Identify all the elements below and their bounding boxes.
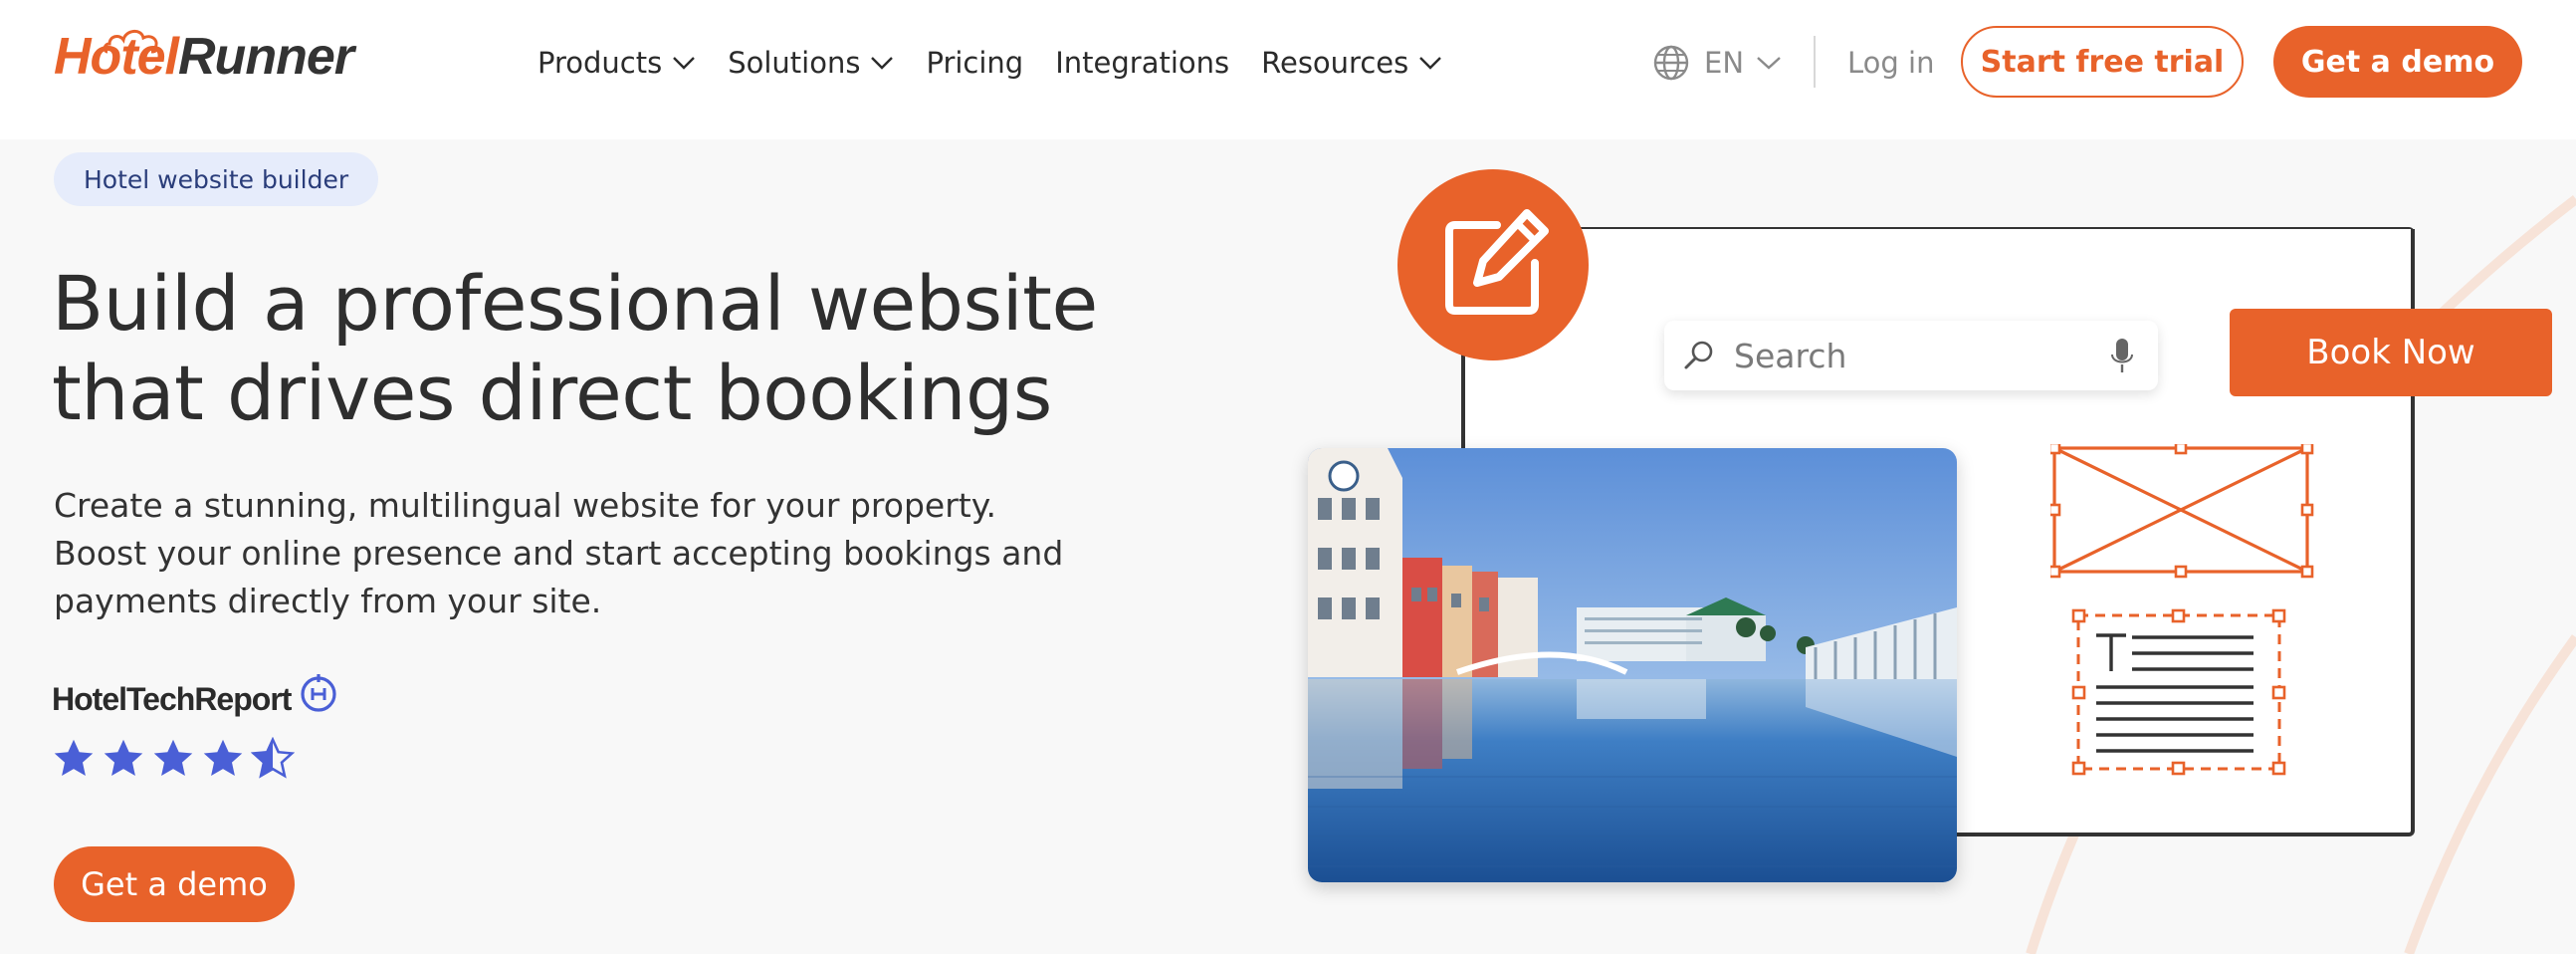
search-bar-mockup: Search	[1664, 321, 2158, 390]
nav-solutions-label: Solutions	[728, 46, 861, 80]
get-demo-header-button[interactable]: Get a demo	[2273, 26, 2522, 98]
hoteltechreport-label: HotelTechReport	[52, 680, 292, 717]
hero-headline: Build a professional website that drives…	[52, 259, 1226, 438]
nav-integrations-label: Integrations	[1055, 46, 1230, 80]
header-divider	[1814, 36, 1816, 88]
hotelrunner-logo[interactable]: HotelRunner	[54, 22, 354, 92]
get-demo-hero-button[interactable]: Get a demo	[54, 846, 295, 922]
nav-resources-label: Resources	[1261, 46, 1409, 80]
hotel-pool-photo	[1308, 448, 1957, 882]
chevron-down-icon	[871, 57, 894, 70]
nav-pricing[interactable]: Pricing	[926, 40, 1023, 86]
nav-resources[interactable]: Resources	[1261, 40, 1442, 86]
chevron-down-icon	[673, 57, 696, 70]
nav-products-label: Products	[537, 46, 663, 80]
book-now-button-mockup: Book Now	[2230, 309, 2552, 396]
hoteltechreport-icon	[301, 674, 337, 712]
globe-icon	[1653, 45, 1689, 81]
nav-integrations[interactable]: Integrations	[1055, 40, 1229, 86]
half-star-icon	[251, 737, 295, 779]
chevron-down-icon	[1757, 57, 1781, 70]
headline-line-1: Build a professional website	[52, 259, 1098, 348]
microphone-icon	[2111, 339, 2133, 372]
login-link[interactable]: Log in	[1847, 40, 1934, 86]
language-label: EN	[1704, 46, 1745, 80]
search-placeholder: Search	[1734, 336, 1847, 375]
star-rating	[52, 737, 301, 781]
text-placeholder-icon	[2071, 608, 2286, 776]
website-builder-illustration: Search Book Now	[1294, 139, 2576, 954]
nav-products[interactable]: Products	[537, 40, 696, 86]
edit-badge	[1397, 169, 1589, 360]
star-icon	[54, 739, 94, 777]
cloud-icon	[103, 30, 158, 54]
search-icon	[1684, 341, 1713, 369]
start-free-trial-button[interactable]: Start free trial	[1961, 26, 2244, 98]
hoteltechreport-badge[interactable]: HotelTechReport	[52, 673, 340, 725]
headline-line-2: that drives direct bookings	[52, 349, 1052, 437]
edit-icon	[1445, 209, 1549, 315]
star-icon	[153, 739, 193, 777]
product-tag: Hotel website builder	[54, 152, 379, 206]
site-header: HotelRunner Products Solutions Pricing I…	[0, 0, 2576, 139]
nav-pricing-label: Pricing	[926, 46, 1024, 80]
hotel-pool-image	[1308, 448, 1957, 882]
logo-runner-text: Runner	[178, 28, 354, 86]
main-nav: Products Solutions Pricing Integrations …	[537, 40, 1474, 86]
hero-description: Create a stunning, multilingual website …	[54, 486, 1064, 620]
star-icon	[203, 739, 243, 777]
star-icon	[104, 739, 143, 777]
nav-solutions[interactable]: Solutions	[728, 40, 894, 86]
image-placeholder-icon	[2050, 444, 2314, 579]
chevron-down-icon	[1419, 57, 1442, 70]
language-selector[interactable]: EN	[1652, 40, 1782, 86]
